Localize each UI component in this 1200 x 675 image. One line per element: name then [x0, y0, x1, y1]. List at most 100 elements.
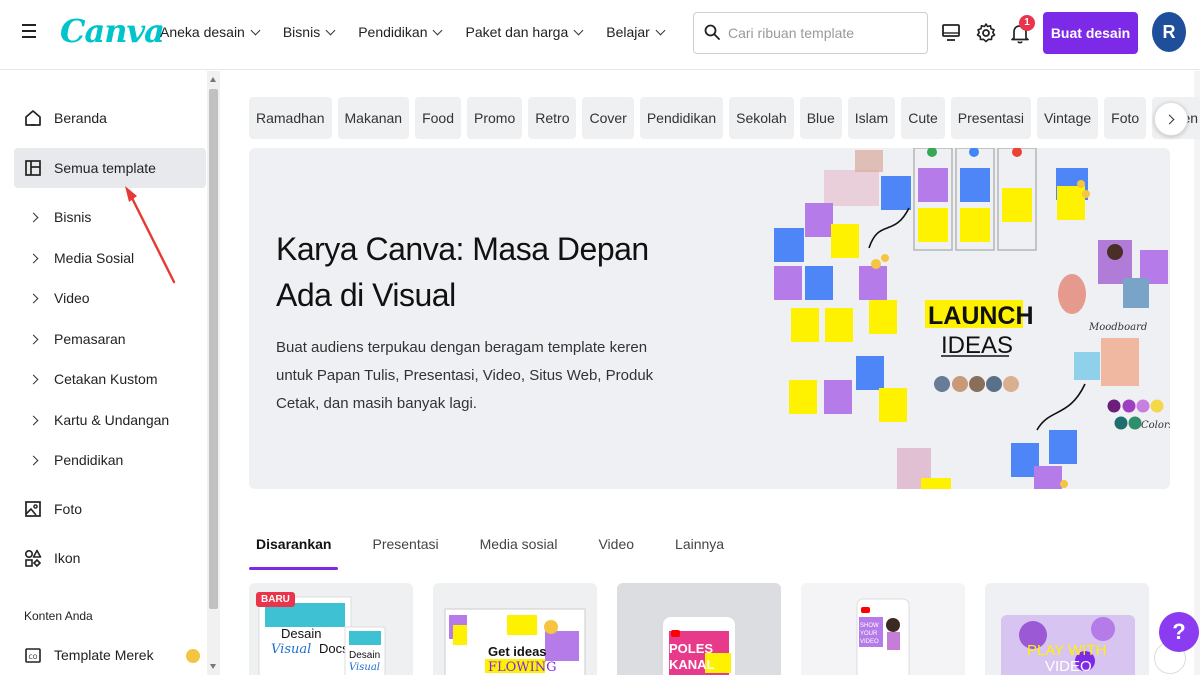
hero-title: Karya Canva: Masa Depan Ada di Visual: [276, 231, 649, 313]
chip-sekolah[interactable]: Sekolah: [729, 97, 794, 139]
sidebar-item-template-merek[interactable]: CO Template Merek: [14, 635, 206, 675]
chip-promo[interactable]: Promo: [467, 97, 523, 139]
red-arrow-annotation: [125, 186, 176, 284]
chip-food[interactable]: Food: [415, 97, 462, 139]
template-card-poles-kanal[interactable]: POLES KANAL: [617, 583, 781, 675]
keyword-chips: Ramadhan Makanan Food Promo Retro Cover …: [249, 97, 1200, 139]
svg-text:Visual: Visual: [271, 642, 311, 657]
card-thumbnail: SHOW YOUR VIDEO: [801, 583, 965, 675]
tab-media-sosial[interactable]: Media sosial: [480, 536, 558, 562]
svg-text:Desain: Desain: [281, 626, 321, 641]
hero-banner[interactable]: Karya Canva: Masa Depan Ada di Visual Bu…: [249, 148, 1170, 489]
chips-next-button[interactable]: [1154, 102, 1188, 136]
help-button[interactable]: ?: [1159, 612, 1199, 652]
svg-text:YOUR: YOUR: [860, 631, 878, 637]
notification-badge: 1: [1019, 15, 1035, 31]
chip-cover[interactable]: Cover: [582, 97, 634, 139]
svg-text:Visual: Visual: [349, 662, 380, 673]
nav-belajar[interactable]: Belajar: [606, 24, 666, 40]
card-thumbnail: PLAY WITH VIDEO: [985, 583, 1149, 675]
chip-foto[interactable]: Foto: [1104, 97, 1147, 139]
nav-bisnis[interactable]: Bisnis: [283, 24, 336, 40]
chip-cute[interactable]: Cute: [901, 97, 945, 139]
chevron-right-icon: [1164, 114, 1175, 124]
sidebar-item-kartu-undangan[interactable]: Kartu & Undangan: [14, 400, 206, 440]
chevron-down-icon: [325, 25, 336, 35]
nav-aneka-desain[interactable]: Aneka desain: [160, 24, 261, 40]
chip-retro[interactable]: Retro: [528, 97, 577, 139]
svg-text:FLOWING: FLOWING: [488, 660, 557, 675]
sidebar-item-pemasaran[interactable]: Pemasaran: [14, 319, 206, 359]
search-input[interactable]: [728, 25, 918, 41]
svg-text:PLAY WITH: PLAY WITH: [1027, 642, 1106, 659]
svg-text:Desain: Desain: [349, 650, 380, 661]
sidebar-item-cetakan-kustom[interactable]: Cetakan Kustom: [14, 359, 206, 399]
hero-description: Buat audiens terpukau dengan beragam tem…: [276, 339, 654, 412]
svg-text:Get ideas: Get ideas: [488, 644, 547, 659]
tab-video[interactable]: Video: [598, 536, 634, 562]
chip-presentasi[interactable]: Presentasi: [950, 97, 1031, 139]
sidebar-scrollbar[interactable]: [207, 71, 220, 675]
svg-text:LAUNCH: LAUNCH: [928, 302, 1034, 330]
top-header: Canva Aneka desain Bisnis Pendidikan Pak…: [0, 0, 1200, 70]
avatar[interactable]: R: [1152, 12, 1186, 52]
chevron-down-icon: [655, 25, 666, 35]
menu-icon[interactable]: [22, 24, 40, 42]
svg-text:POLES: POLES: [669, 641, 713, 656]
chip-ramadhan[interactable]: Ramadhan: [249, 97, 332, 139]
photo-icon: [25, 501, 41, 517]
chevron-right-icon: [28, 334, 38, 344]
svg-text:KANAL: KANAL: [669, 657, 715, 672]
scroll-up-arrow[interactable]: [210, 77, 216, 82]
search-icon: [704, 24, 720, 40]
chip-makanan[interactable]: Makanan: [337, 97, 410, 139]
tab-presentasi[interactable]: Presentasi: [372, 536, 438, 562]
sidebar-section-title: Konten Anda: [24, 609, 93, 623]
sidebar-scroll-thumb[interactable]: [209, 89, 218, 609]
chip-blue[interactable]: Blue: [799, 97, 842, 139]
shapes-icon: [24, 549, 42, 568]
svg-text:Colors: Colors: [1141, 420, 1170, 431]
tab-lainnya[interactable]: Lainnya: [675, 536, 724, 562]
svg-text:SHOW: SHOW: [860, 623, 879, 629]
crown-icon: [186, 649, 200, 663]
search-box[interactable]: [693, 12, 928, 54]
chevron-right-icon: [28, 415, 38, 425]
template-card-show-your-video[interactable]: SHOW YOUR VIDEO: [801, 583, 965, 675]
sidebar-item-foto[interactable]: Foto: [14, 489, 206, 529]
nav-pendidikan[interactable]: Pendidikan: [358, 24, 443, 40]
create-design-button[interactable]: Buat desain: [1043, 12, 1138, 54]
chip-pendidikan[interactable]: Pendidikan: [639, 97, 724, 139]
home-icon: [25, 110, 41, 126]
sidebar-item-pendidikan[interactable]: Pendidikan: [14, 440, 206, 480]
chevron-right-icon: [28, 253, 38, 263]
tab-disarankan[interactable]: Disarankan: [248, 536, 340, 570]
desktop-icon[interactable]: [940, 22, 962, 44]
main-scrollbar[interactable]: [1194, 71, 1200, 675]
template-tabs: Disarankan Presentasi Media sosial Video…: [248, 536, 765, 570]
sidebar-item-beranda[interactable]: Beranda: [14, 98, 206, 138]
svg-text:Moodboard: Moodboard: [1088, 322, 1147, 333]
template-card-play-with-video[interactable]: PLAY WITH VIDEO: [985, 583, 1149, 675]
chevron-right-icon: [28, 293, 38, 303]
svg-text:CO: CO: [29, 654, 38, 661]
whiteboard-illustration: LAUNCH IDEAS Moodboard Colors: [774, 148, 1170, 489]
chevron-right-icon: [28, 374, 38, 384]
card-thumbnail: POLES KANAL: [617, 583, 781, 675]
svg-text:IDEAS: IDEAS: [941, 332, 1013, 359]
chevron-down-icon: [573, 25, 584, 35]
top-navigation: Aneka desain Bisnis Pendidikan Paket dan…: [160, 24, 688, 40]
chevron-right-icon: [28, 455, 38, 465]
chevron-down-icon: [250, 25, 261, 35]
canva-logo[interactable]: Canva: [60, 12, 165, 50]
chip-islam[interactable]: Islam: [847, 97, 896, 139]
new-badge: BARU: [256, 592, 295, 607]
gear-icon[interactable]: [975, 22, 997, 44]
chevron-right-icon: [28, 212, 38, 222]
sidebar-item-ikon[interactable]: Ikon: [14, 538, 206, 578]
template-card-get-ideas[interactable]: Get ideas FLOWING: [433, 583, 597, 675]
nav-paket-harga[interactable]: Paket dan harga: [465, 24, 584, 40]
chip-vintage[interactable]: Vintage: [1036, 97, 1099, 139]
svg-text:VIDEO: VIDEO: [1045, 658, 1092, 675]
scroll-down-arrow[interactable]: [210, 664, 216, 669]
